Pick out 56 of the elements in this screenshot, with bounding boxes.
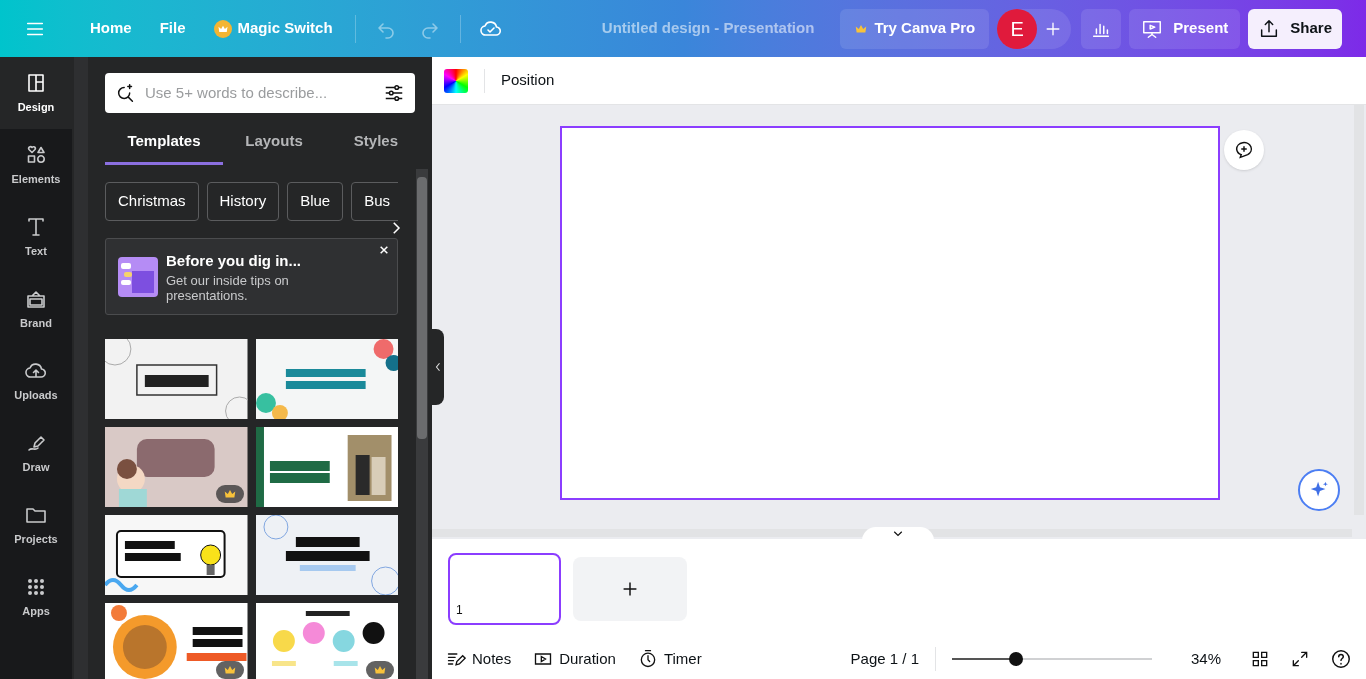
notes-button[interactable]: Notes xyxy=(446,647,512,671)
scrollbar[interactable] xyxy=(1354,105,1364,515)
rail-tab[interactable]: Brand xyxy=(0,273,72,345)
search-bar[interactable]: Use 5+ words to describe... xyxy=(105,73,415,113)
color-picker-button[interactable] xyxy=(444,68,468,93)
rail-tab[interactable]: Text xyxy=(0,201,72,273)
page-thumbnail[interactable]: 1 xyxy=(448,553,561,625)
share-button[interactable]: Share xyxy=(1248,8,1342,49)
tip-text: Get our inside tips on presentations. xyxy=(166,272,290,303)
tips-illustration-icon xyxy=(118,256,158,297)
scrollbar-thumb[interactable] xyxy=(417,177,427,439)
rail-tab[interactable]: Design xyxy=(0,57,72,129)
rail-tab[interactable]: Draw xyxy=(0,417,72,489)
help-button[interactable] xyxy=(1330,648,1352,670)
add-comment-icon xyxy=(1233,139,1255,161)
scrollbar[interactable] xyxy=(74,57,88,679)
magic-assistant-button[interactable] xyxy=(1298,469,1340,511)
position-button[interactable]: Position xyxy=(501,69,555,92)
expand-icon xyxy=(1290,649,1310,669)
fullscreen-button[interactable] xyxy=(1290,649,1310,669)
filter-icon xyxy=(383,82,405,104)
page-indicator-button[interactable]: Page 1 / 1 xyxy=(850,647,919,671)
category-chip[interactable]: Blue xyxy=(287,182,344,221)
chevron-down-icon xyxy=(893,531,903,537)
grid-icon xyxy=(1250,649,1270,669)
panel-tab[interactable]: Layouts xyxy=(223,121,325,165)
rail-tab[interactable]: Elements xyxy=(0,129,72,201)
grid-view-button[interactable] xyxy=(1250,649,1270,669)
avatar[interactable]: E xyxy=(997,8,1038,49)
analytics-button[interactable] xyxy=(1081,8,1122,49)
zoom-percent-button[interactable]: 34% xyxy=(1178,647,1234,671)
category-chip[interactable]: Christmas xyxy=(105,182,199,221)
search-field[interactable]: Use 5+ words to describe... xyxy=(145,81,375,105)
timer-button[interactable]: Timer xyxy=(637,647,702,671)
collapse-panel-handle[interactable] xyxy=(432,329,444,405)
close-button[interactable] xyxy=(379,245,389,255)
help-icon xyxy=(1330,648,1352,670)
panel-tab[interactable]: Styles xyxy=(325,121,398,165)
close-icon xyxy=(379,245,389,255)
rail-tab[interactable]: Projects xyxy=(0,489,72,561)
present-button[interactable]: Present xyxy=(1129,8,1241,49)
category-chip[interactable]: History xyxy=(206,182,280,221)
duration-button[interactable]: Duration xyxy=(533,647,616,671)
chevron-left-icon xyxy=(435,362,441,372)
expand-pages-handle[interactable] xyxy=(862,527,934,541)
rail-tab[interactable]: Uploads xyxy=(0,345,72,417)
panel-tab[interactable]: Templates xyxy=(105,121,223,165)
zoom-slider-thumb[interactable] xyxy=(1009,652,1023,666)
scrollbar[interactable] xyxy=(432,529,1352,537)
page-number: 1 xyxy=(456,602,463,619)
category-chip[interactable]: Bus xyxy=(351,182,398,221)
rail-tab[interactable]: Apps xyxy=(0,561,72,633)
tip-title: Before you dig in... xyxy=(166,251,302,272)
try-pro-button[interactable]: Try Canva Pro xyxy=(840,8,990,49)
comment-button[interactable] xyxy=(1224,130,1264,170)
zoom-slider[interactable] xyxy=(952,652,1152,666)
